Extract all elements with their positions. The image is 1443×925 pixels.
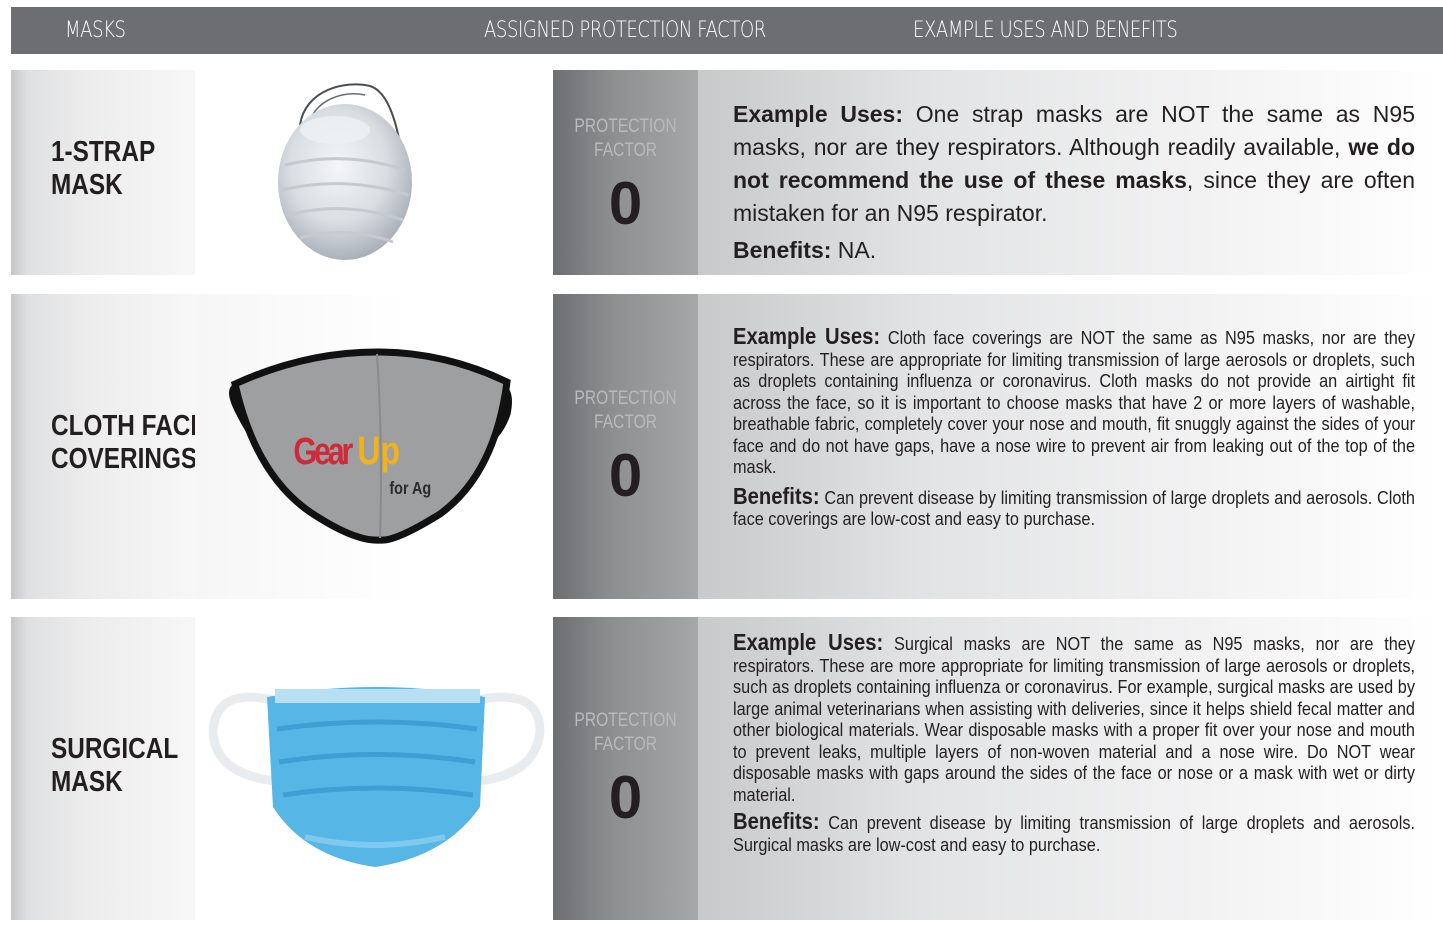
header-masks: MASKS xyxy=(65,18,126,43)
mask-name: SURGICAL MASK xyxy=(51,733,178,799)
benefits-heading: Benefits: xyxy=(733,482,820,509)
mask-name-line1: 1-STRAP xyxy=(51,136,156,168)
example-uses-paragraph: Example Uses: One strap masks are NOT th… xyxy=(733,98,1415,230)
uses-benefits-text: Example Uses: Cloth face coverings are N… xyxy=(733,323,1415,530)
benefits-paragraph: Benefits: Can prevent disease by limitin… xyxy=(733,808,1415,855)
uses-benefits-cell: Example Uses: Surgical masks are NOT the… xyxy=(698,617,1443,920)
uses-benefits-text: Example Uses: Surgical masks are NOT the… xyxy=(733,629,1416,855)
protection-factor-value: 0 xyxy=(608,170,643,237)
example-uses-text: Surgical masks are NOT the same as N95 m… xyxy=(733,633,1416,805)
pf-label-line2: FACTOR xyxy=(594,140,657,161)
uses-benefits-text: Example Uses: One strap masks are NOT th… xyxy=(733,98,1415,267)
logo-for-ag: for Ag xyxy=(389,479,431,499)
cloth-mask-image: Gear Up for Ag xyxy=(229,348,512,544)
logo-up: Up xyxy=(357,428,400,473)
pf-label-line2: FACTOR xyxy=(594,734,657,755)
one-strap-mask-image xyxy=(278,83,412,260)
pf-label-line1: PROTECTION xyxy=(574,116,677,137)
mask-name-line2: COVERINGS xyxy=(51,443,198,475)
example-uses-text: Cloth face coverings are NOT the same as… xyxy=(733,327,1415,477)
table-header: MASKS ASSIGNED PROTECTION FACTOR EXAMPLE… xyxy=(11,7,1443,54)
pf-label-line1: PROTECTION xyxy=(574,710,677,731)
pf-label-line1: PROTECTION xyxy=(574,388,677,409)
protection-factor-label: PROTECTION FACTOR xyxy=(566,709,685,757)
mask-name-cell: 1-STRAP MASK xyxy=(11,70,195,275)
row-surgical-mask: SURGICAL MASK PROTECTION FACTOR 0 Exampl… xyxy=(11,617,1443,920)
mask-name-line2: MASK xyxy=(51,169,123,201)
protection-factor-value: 0 xyxy=(608,764,643,831)
example-uses-paragraph: Example Uses: Cloth face coverings are N… xyxy=(733,323,1415,478)
row-1-strap-mask: 1-STRAP MASK PROTECTION FACTOR 0 Example… xyxy=(11,70,1443,275)
mask-name-cell: SURGICAL MASK xyxy=(11,617,195,920)
example-uses-heading: Example Uses: xyxy=(733,629,884,655)
protection-factor-value: 0 xyxy=(608,442,643,509)
mask-image-cell: Gear Up for Ag xyxy=(195,294,553,599)
uses-benefits-cell: Example Uses: One strap masks are NOT th… xyxy=(698,70,1443,275)
logo-gear: Gear xyxy=(293,431,353,473)
benefits-text: Can prevent disease by limiting transmis… xyxy=(733,486,1415,530)
uses-benefits-cell: Example Uses: Cloth face coverings are N… xyxy=(698,294,1443,599)
pf-label-line2: FACTOR xyxy=(594,412,657,433)
protection-factor-cell: PROTECTION FACTOR 0 xyxy=(553,617,698,920)
example-uses-heading: Example Uses: xyxy=(733,101,904,127)
mask-name-line1: SURGICAL xyxy=(51,733,179,765)
protection-factor-label: PROTECTION FACTOR xyxy=(566,387,685,435)
mask-name: 1-STRAP MASK xyxy=(51,136,155,202)
benefits-text: Can prevent disease by limiting transmis… xyxy=(733,812,1415,855)
protection-factor-cell: PROTECTION FACTOR 0 xyxy=(553,70,698,275)
example-uses-paragraph: Example Uses: Surgical masks are NOT the… xyxy=(733,629,1416,805)
header-example-uses: EXAMPLE USES AND BENEFITS xyxy=(913,18,1178,43)
header-assigned-protection-factor: ASSIGNED PROTECTION FACTOR xyxy=(484,18,766,43)
mask-name-line2: MASK xyxy=(51,766,123,798)
mask-name-line1: CLOTH FACE xyxy=(51,410,207,442)
benefits-text: NA. xyxy=(831,237,877,263)
surgical-mask-image xyxy=(208,687,545,867)
benefits-paragraph: Benefits: NA. xyxy=(733,234,1415,267)
mask-name-cell: CLOTH FACE COVERINGS xyxy=(11,294,207,599)
example-uses-heading: Example Uses: xyxy=(733,323,881,349)
protection-factor-cell: PROTECTION FACTOR 0 xyxy=(553,294,698,599)
mask-name: CLOTH FACE COVERINGS xyxy=(51,410,207,476)
benefits-heading: Benefits: xyxy=(733,237,832,263)
mask-image-cell xyxy=(195,617,553,920)
mask-image-cell xyxy=(195,70,553,275)
benefits-heading: Benefits: xyxy=(733,808,820,834)
row-cloth-face-coverings: CLOTH FACE COVERINGS Gear Up for Ag PROT… xyxy=(11,294,1443,599)
protection-factor-label: PROTECTION FACTOR xyxy=(566,115,685,163)
benefits-paragraph: Benefits: Can prevent disease by limitin… xyxy=(733,482,1415,530)
